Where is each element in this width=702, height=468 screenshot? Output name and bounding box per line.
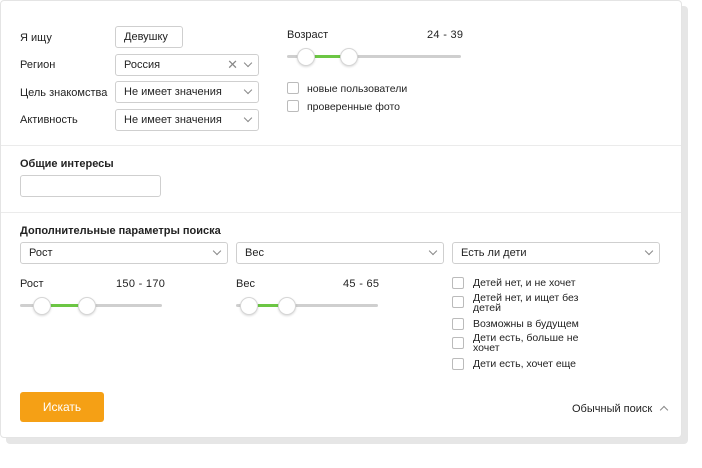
kids-option-label: Дети есть, больше не хочет — [473, 332, 579, 354]
search-form-card: Я ищу Девушку Регион Россия ✕ Цель знако… — [0, 0, 682, 438]
search-button[interactable]: Искать — [20, 392, 104, 422]
simple-search-label: Обычный поиск — [572, 403, 653, 415]
kids-option-checkbox[interactable] — [452, 296, 464, 308]
age-max-handle[interactable] — [340, 48, 358, 66]
height-select-value: Рост — [29, 247, 53, 259]
clear-icon[interactable]: ✕ — [227, 58, 238, 72]
region-value: Россия — [124, 59, 161, 71]
kids-select-value: Есть ли дети — [461, 247, 527, 259]
height-label: Рост — [20, 278, 44, 290]
height-range-text: 150 - 170 — [116, 278, 166, 290]
activity-value: Не имеет значения — [124, 114, 222, 126]
new-users-label: новые пользователи — [307, 83, 408, 95]
height-max-handle[interactable] — [78, 297, 96, 315]
chevron-down-icon — [243, 113, 253, 123]
height-select[interactable]: Рост — [20, 242, 228, 264]
age-range-text: 24 - 39 — [427, 29, 464, 41]
kids-option-label: Детей нет, и ищет без детей — [473, 292, 579, 314]
weight-select[interactable]: Вес — [236, 242, 444, 264]
weight-select-value: Вес — [245, 247, 264, 259]
chevron-up-icon — [660, 405, 669, 415]
chevron-down-icon — [428, 246, 438, 256]
goal-select[interactable]: Не имеет значения — [115, 81, 259, 103]
divider — [1, 145, 681, 146]
extra-params-title: Дополнительные параметры поиска — [20, 225, 221, 237]
kids-option-label: Дети есть, хочет еще — [473, 358, 577, 370]
interests-input[interactable] — [20, 175, 161, 197]
chevron-down-icon — [644, 246, 654, 256]
region-select[interactable]: Россия ✕ — [115, 54, 259, 76]
seeking-label: Я ищу — [20, 32, 52, 44]
chevron-down-icon — [243, 58, 253, 68]
weight-min-handle[interactable] — [240, 297, 258, 315]
chevron-down-icon — [243, 85, 253, 95]
verified-photo-label: проверенные фото — [307, 101, 401, 113]
simple-search-link[interactable]: Обычный поиск — [572, 403, 669, 415]
chevron-down-icon — [212, 246, 222, 256]
divider — [1, 212, 681, 213]
height-min-handle[interactable] — [33, 297, 51, 315]
kids-option-label: Возможны в будущем — [473, 318, 579, 330]
age-label: Возраст — [287, 29, 329, 41]
kids-option-checkbox[interactable] — [452, 358, 464, 370]
kids-option-checkbox[interactable] — [452, 337, 464, 349]
weight-label: Вес — [236, 278, 255, 290]
goal-value: Не имеет значения — [124, 86, 222, 98]
age-min-handle[interactable] — [297, 48, 315, 66]
weight-max-handle[interactable] — [278, 297, 296, 315]
kids-select[interactable]: Есть ли дети — [452, 242, 660, 264]
kids-option-label: Детей нет, и не хочет — [473, 277, 576, 289]
weight-range-text: 45 - 65 — [343, 278, 380, 290]
kids-option-checkbox[interactable] — [452, 277, 464, 289]
interests-title: Общие интересы — [20, 158, 114, 170]
goal-label: Цель знакомства — [20, 87, 108, 99]
verified-photo-checkbox[interactable] — [287, 100, 299, 112]
activity-label: Активность — [20, 114, 78, 126]
activity-select[interactable]: Не имеет значения — [115, 109, 259, 131]
seeking-value: Девушку — [124, 31, 168, 43]
region-label: Регион — [20, 59, 56, 71]
kids-option-checkbox[interactable] — [452, 318, 464, 330]
seeking-field[interactable]: Девушку — [115, 26, 183, 48]
new-users-checkbox[interactable] — [287, 82, 299, 94]
